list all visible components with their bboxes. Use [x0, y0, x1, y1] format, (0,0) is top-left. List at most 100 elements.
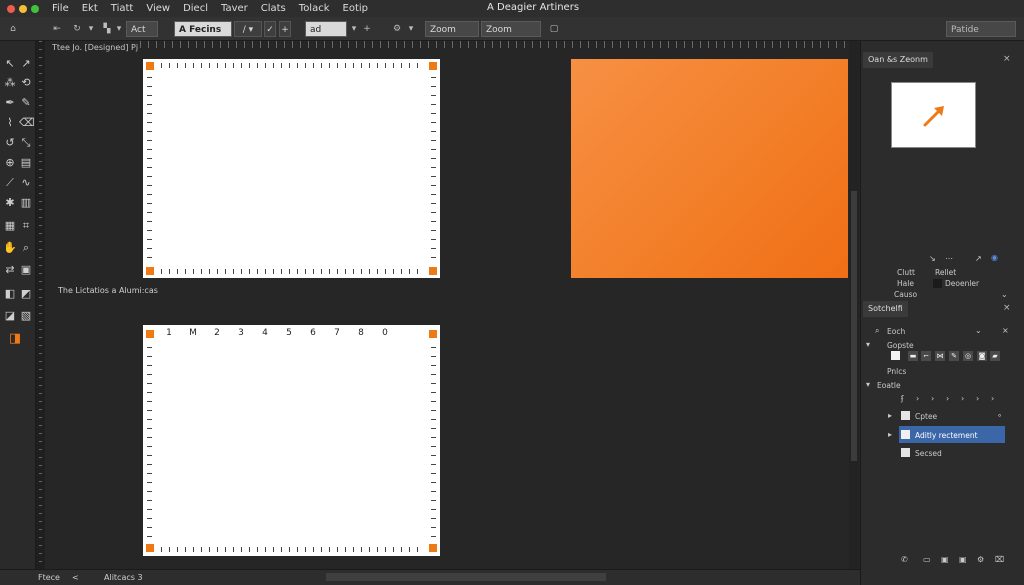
menu-select[interactable]: Clats [261, 3, 286, 14]
change-screen-icon[interactable]: ▧ [19, 309, 33, 323]
vertical-scrollbar[interactable] [849, 41, 859, 569]
layers-search-input[interactable]: Eoch [887, 327, 905, 336]
layer-more-icon[interactable]: ▰ [990, 351, 1000, 361]
back-arrow-icon[interactable]: ⇤ [50, 21, 64, 37]
artboard-status[interactable]: Alitcacs 3 [104, 573, 143, 582]
slice-tool-icon[interactable]: ⌗ [19, 219, 33, 233]
layer-edit-icon[interactable]: ✎ [949, 351, 959, 361]
artboard-name-field[interactable]: Act aL [126, 21, 158, 51]
swap-colors-icon[interactable]: ⇄ [3, 263, 17, 277]
duplicate-icon[interactable]: ▣ [959, 555, 967, 564]
layer-item[interactable]: Aditly rectement [915, 431, 978, 440]
eraser-tool-icon[interactable]: ⌫ [19, 116, 35, 130]
layer-group-label[interactable]: Gopste [887, 341, 914, 350]
chevron-down-icon[interactable]: ▾ [84, 21, 98, 37]
layer-mask-icon[interactable]: ◙ [977, 351, 987, 361]
chevron-down-icon[interactable]: ▾ [347, 21, 361, 37]
phone-icon[interactable]: ✆ [901, 555, 908, 564]
screen-mode-icon[interactable]: ▢ [547, 21, 561, 37]
shape-builder-tool-icon[interactable]: ⊕ [3, 156, 17, 170]
selection-tool-icon[interactable]: ↖ [3, 57, 17, 71]
font-size-field[interactable]: ad [305, 21, 347, 37]
visibility-icon[interactable]: ∘ [997, 411, 1002, 420]
artboard-corner-handle[interactable] [146, 330, 154, 338]
menu-edit[interactable]: Ekt [82, 3, 98, 14]
expand-arrow-icon[interactable]: ▾ [866, 380, 870, 389]
option-checkbox[interactable] [933, 279, 942, 288]
artboard-2[interactable]: 1 M 2 3 4 5 6 7 8 0 [143, 325, 440, 556]
arrange-icon[interactable]: ↻ [70, 21, 84, 37]
artboard-corner-handle[interactable] [429, 62, 437, 70]
zoom-slider-icon[interactable]: ⋯ [945, 254, 953, 263]
orange-rectangle-object[interactable] [571, 59, 848, 278]
graph-tool-icon[interactable]: ▥ [19, 196, 33, 210]
minimize-window-button[interactable] [19, 4, 27, 13]
artboard-tool-icon[interactable]: ▦ [3, 219, 17, 233]
symbol-sprayer-tool-icon[interactable]: ✱ [3, 196, 17, 210]
font-style-dropdown[interactable]: ∕ ▾ [234, 21, 262, 37]
artboard-corner-handle[interactable] [146, 544, 154, 552]
stroke-icon[interactable]: ◩ [19, 287, 33, 301]
direct-selection-tool-icon[interactable]: ↗ [19, 57, 33, 71]
close-window-button[interactable] [7, 4, 15, 13]
expand-arrow-icon[interactable]: ▸ [888, 430, 892, 439]
menu-window[interactable]: Tolack [299, 3, 330, 14]
brush-tool-icon[interactable]: ⌇ [3, 116, 17, 130]
home-icon[interactable]: ⌂ [6, 21, 20, 37]
active-tool-icon[interactable]: ◨ [8, 332, 22, 346]
nav-option[interactable]: Deoenler [945, 279, 979, 288]
document-tab[interactable]: Ttee Jo. [Designed] Pj [52, 43, 138, 52]
horizontal-ruler[interactable] [140, 41, 849, 48]
artboard-corner-handle[interactable] [429, 544, 437, 552]
navigator-panel-tab[interactable]: Oan &s Zeonm [863, 52, 933, 68]
artboard-corner-handle[interactable] [429, 330, 437, 338]
hand-tool-icon[interactable]: ✋ [3, 241, 17, 255]
magic-wand-tool-icon[interactable]: ⁂ [3, 76, 17, 90]
zoom-dropdown-secondary[interactable]: Zoom [481, 21, 541, 37]
navigator-thumbnail[interactable] [891, 82, 976, 148]
layer-lock-icon[interactable]: ⌐ [921, 351, 931, 361]
font-family-field[interactable]: A Fecins [174, 21, 232, 37]
layer-section-label[interactable]: Eoatle [877, 381, 901, 390]
settings-icon[interactable]: ⚙ [390, 21, 404, 37]
add-button[interactable]: + [279, 21, 291, 37]
eyedropper-tool-icon[interactable]: ⟋ [3, 176, 17, 190]
zoom-tool-icon[interactable]: ⌕ [19, 241, 33, 255]
lasso-tool-icon[interactable]: ⟲ [19, 76, 33, 90]
delete-icon[interactable]: ⌧ [995, 555, 1004, 564]
menu-text[interactable]: Tiatt [111, 3, 134, 14]
close-icon[interactable]: × [1003, 54, 1011, 64]
close-icon[interactable]: × [1002, 326, 1009, 335]
layer-link-icon[interactable]: ⋈ [935, 351, 945, 361]
vertical-scroll-thumb[interactable] [851, 191, 857, 461]
menu-view[interactable]: View [146, 3, 170, 14]
layer-item[interactable]: Cptee [915, 412, 937, 421]
menu-layer[interactable]: Taver [221, 3, 248, 14]
artboard-corner-handle[interactable] [429, 267, 437, 275]
plus-icon[interactable]: + [360, 21, 374, 37]
layer-target-icon[interactable]: ◎ [963, 351, 973, 361]
nav-option[interactable]: Rellet [935, 268, 956, 277]
pen-tool-icon[interactable]: ✒ [3, 96, 17, 110]
zoom-in-icon[interactable]: ↗ [975, 254, 982, 263]
blend-tool-icon[interactable]: ∿ [19, 176, 33, 190]
chevron-down-icon[interactable]: ⌄ [1001, 290, 1008, 299]
new-layer-icon[interactable]: ▭ [923, 555, 931, 564]
screen-mode-icon[interactable]: ▣ [19, 263, 33, 277]
menu-help[interactable]: Eotip [343, 3, 368, 14]
chevron-down-icon[interactable]: ⌄ [975, 326, 982, 335]
chevron-down-icon[interactable]: ▾ [112, 21, 126, 37]
chevron-down-icon[interactable]: ▾ [404, 21, 418, 37]
zoom-dropdown[interactable]: Zoom [425, 21, 479, 37]
scale-tool-icon[interactable]: ⤡ [19, 136, 33, 150]
horizontal-scroll-thumb[interactable] [326, 573, 606, 581]
layer-options-icon[interactable]: ▣ [941, 555, 949, 564]
expand-arrow-icon[interactable]: ▾ [866, 340, 870, 349]
zoom-out-icon[interactable]: ↘ [929, 254, 936, 263]
menu-object[interactable]: Diecl [183, 3, 208, 14]
rotate-tool-icon[interactable]: ↺ [3, 136, 17, 150]
menu-file[interactable]: File [52, 3, 69, 14]
confirm-button[interactable]: ✓ [264, 21, 276, 37]
artboard-corner-handle[interactable] [146, 267, 154, 275]
layers-panel-tab[interactable]: Sotchelfi [863, 301, 908, 317]
